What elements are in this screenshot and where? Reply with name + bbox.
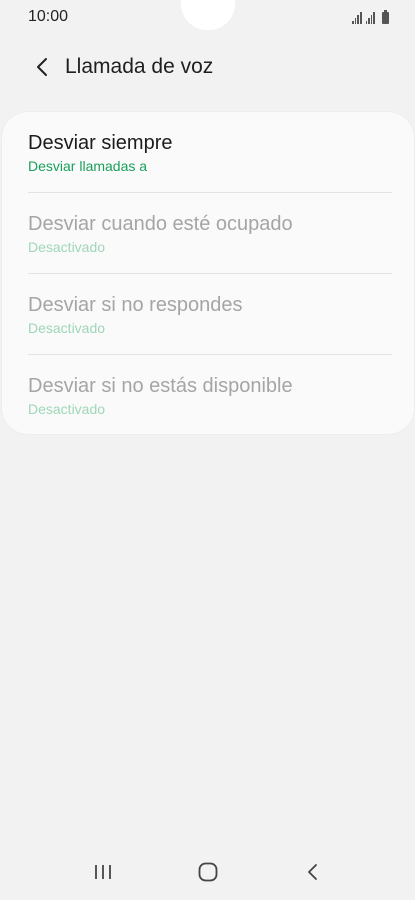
page-title: Llamada de voz — [65, 55, 214, 78]
battery-icon — [382, 10, 389, 24]
setting-label: Desviar cuando esté ocupado — [28, 213, 293, 235]
status-time: 10:00 — [28, 8, 69, 25]
settings-card: Desviar siempre Desviar llamadas a Desvi… — [2, 112, 414, 434]
setting-forward-unavailable: Desviar si no estás disponible Desactiva… — [28, 355, 392, 436]
setting-forward-no-answer: Desviar si no respondes Desactivado — [28, 274, 392, 355]
setting-value: Desactivado — [28, 239, 106, 255]
setting-value: Desactivado — [28, 320, 106, 336]
home-button[interactable] — [178, 852, 238, 892]
setting-value: Desviar llamadas a — [28, 158, 148, 174]
signal-icon — [365, 12, 375, 24]
setting-label: Desviar si no estás disponible — [28, 375, 293, 397]
back-icon — [307, 864, 317, 880]
setting-forward-when-busy: Desviar cuando esté ocupado Desactivado — [28, 193, 392, 274]
app-bar: Llamada de voz — [0, 48, 415, 86]
setting-always-forward[interactable]: Desviar siempre Desviar llamadas a — [28, 112, 392, 193]
recents-button[interactable] — [73, 852, 133, 892]
recents-icon — [94, 865, 111, 879]
setting-label: Desviar siempre — [28, 132, 173, 154]
back-arrow-icon — [37, 58, 47, 76]
setting-label: Desviar si no respondes — [28, 294, 243, 316]
home-icon — [198, 862, 217, 882]
navigation-bar — [0, 844, 415, 900]
nav-back-button[interactable] — [283, 852, 343, 892]
status-icons — [352, 10, 389, 24]
back-button[interactable] — [22, 48, 62, 86]
signal-icon — [352, 12, 362, 24]
setting-value: Desactivado — [28, 401, 106, 417]
